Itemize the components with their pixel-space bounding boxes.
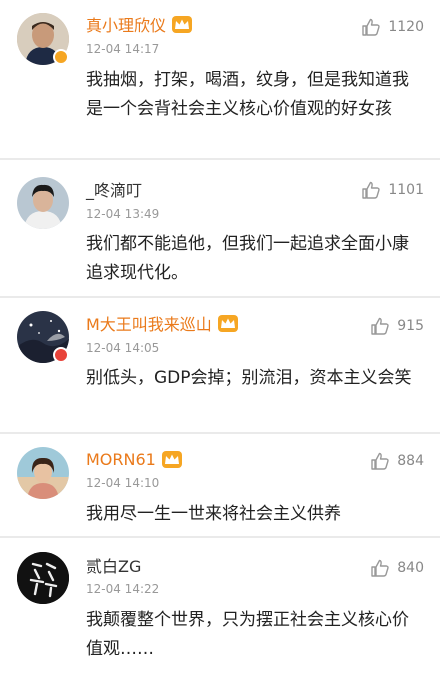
vip-crown-icon: [161, 450, 182, 468]
comment-text: 我们都不能追他，但我们一起追求全面小康追求现代化。: [86, 234, 409, 283]
like-button[interactable]: 884: [370, 450, 424, 472]
thumbs-up-icon: [371, 317, 389, 335]
comment-item: _咚滴叮 12-04 13:49 我们都不能追他，但我们一起追求全面小康追求现代…: [0, 160, 440, 298]
verified-badge-icon: [53, 49, 69, 65]
timestamp: 12-04 14:10: [86, 476, 160, 490]
like-count: 840: [397, 560, 424, 576]
comment-text: 我用尽一生一世来将社会主义供养: [86, 504, 341, 524]
comment-item: M大王叫我来巡山 12-04 14:05 别低头，GDP会掉；别流泪，资本主义会…: [0, 298, 440, 434]
username[interactable]: _咚滴叮: [86, 177, 142, 201]
comment-item: MORN61 12-04 14:10 我用尽一生一世来将社会主义供养 884: [0, 434, 440, 538]
timestamp: 12-04 13:49: [86, 207, 160, 221]
thumbs-up-icon: [371, 452, 389, 470]
like-count: 884: [397, 453, 424, 469]
like-count: 1101: [388, 182, 424, 198]
username[interactable]: MORN61: [86, 450, 156, 469]
comment-text: 我颠覆整个世界，只为摆正社会主义核心价值观……: [86, 610, 409, 659]
like-button[interactable]: 1120: [361, 16, 424, 38]
like-button[interactable]: 840: [370, 557, 424, 579]
verified-badge-icon: [53, 347, 69, 363]
vip-crown-icon: [172, 15, 193, 33]
avatar-young-man-icon: [17, 177, 69, 229]
comment-list: 真小理欣仪 12-04 14:17 我抽烟，打架，喝酒，纹身，但是我知道我是一个…: [0, 0, 440, 684]
username[interactable]: 真小理欣仪: [86, 12, 166, 36]
timestamp: 12-04 14:17: [86, 42, 160, 56]
comment-item: 贰白ZG 12-04 14:22 我颠覆整个世界，只为摆正社会主义核心价值观………: [0, 538, 440, 684]
username[interactable]: 贰白ZG: [86, 553, 141, 577]
timestamp: 12-04 14:22: [86, 582, 160, 596]
thumbs-up-icon: [362, 18, 381, 36]
username[interactable]: M大王叫我来巡山: [86, 311, 212, 335]
comment-text: 我抽烟，打架，喝酒，纹身，但是我知道我是一个会背社会主义核心价值观的好女孩: [86, 70, 409, 119]
like-count: 1120: [388, 19, 424, 35]
vip-crown-icon: [217, 314, 238, 332]
avatar[interactable]: [17, 447, 69, 499]
timestamp: 12-04 14:05: [86, 341, 160, 355]
thumbs-up-icon: [362, 181, 381, 199]
like-button[interactable]: 915: [370, 315, 424, 337]
avatar[interactable]: [17, 177, 69, 229]
thumbs-up-icon: [371, 559, 389, 577]
comment-text: 别低头，GDP会掉；别流泪，资本主义会笑: [86, 368, 412, 388]
like-button[interactable]: 1101: [361, 179, 424, 201]
avatar-calligraphy-icon: [17, 552, 69, 604]
avatar[interactable]: [17, 552, 69, 604]
like-count: 915: [397, 318, 424, 334]
avatar-girl-icon: [17, 447, 69, 499]
comment-item: 真小理欣仪 12-04 14:17 我抽烟，打架，喝酒，纹身，但是我知道我是一个…: [0, 0, 440, 160]
